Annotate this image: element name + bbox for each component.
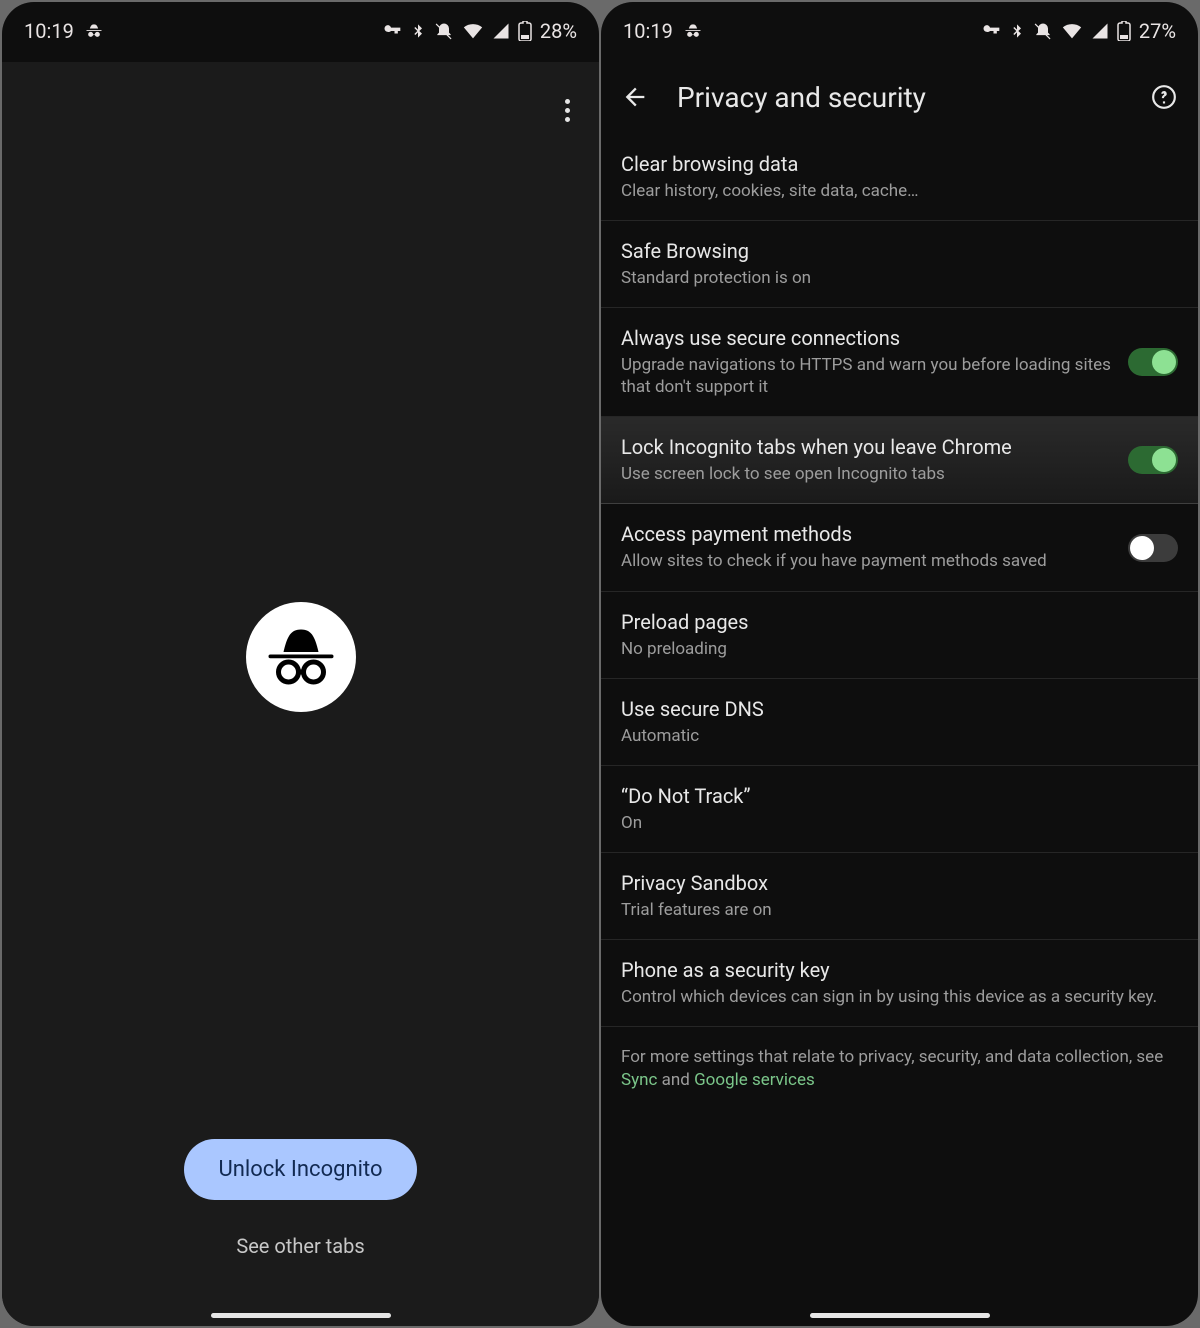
status-bar: 10:19 28% bbox=[2, 2, 599, 54]
settings-item-title: Safe Browsing bbox=[621, 239, 1178, 263]
signal-icon bbox=[1091, 22, 1109, 40]
settings-item-subtitle: On bbox=[621, 812, 1178, 834]
settings-item-title: Access payment methods bbox=[621, 522, 1112, 546]
settings-item-8[interactable]: Privacy Sandbox Trial features are on bbox=[601, 853, 1198, 940]
battery-text: 27% bbox=[1139, 19, 1176, 43]
wifi-icon bbox=[1061, 20, 1083, 42]
toggle-switch[interactable] bbox=[1128, 446, 1178, 474]
settings-item-subtitle: Trial features are on bbox=[621, 899, 1178, 921]
settings-item-6[interactable]: Use secure DNS Automatic bbox=[601, 679, 1198, 766]
status-clock: 10:19 bbox=[24, 19, 74, 43]
settings-item-title: Always use secure connections bbox=[621, 326, 1112, 350]
gesture-nav-bar[interactable] bbox=[810, 1313, 990, 1318]
overflow-menu-button[interactable] bbox=[543, 86, 591, 134]
see-other-tabs-button[interactable]: See other tabs bbox=[220, 1226, 380, 1266]
settings-item-5[interactable]: Preload pages No preloading bbox=[601, 592, 1198, 679]
dnd-icon bbox=[434, 21, 454, 41]
google-services-link[interactable]: Google services bbox=[694, 1070, 815, 1090]
page-title: Privacy and security bbox=[677, 81, 1122, 114]
back-button[interactable] bbox=[611, 73, 659, 121]
toolbar: Privacy and security bbox=[601, 60, 1198, 134]
battery-icon bbox=[1117, 21, 1131, 41]
settings-item-3[interactable]: Lock Incognito tabs when you leave Chrom… bbox=[601, 417, 1198, 504]
settings-item-subtitle: Standard protection is on bbox=[621, 267, 1178, 289]
settings-item-subtitle: Control which devices can sign in by usi… bbox=[621, 986, 1178, 1008]
vpn-key-icon bbox=[382, 21, 402, 41]
settings-list: Clear browsing data Clear history, cookie… bbox=[601, 134, 1198, 1326]
settings-item-title: Clear browsing data bbox=[621, 152, 1178, 176]
incognito-indicator-icon bbox=[84, 21, 104, 41]
toggle-switch[interactable] bbox=[1128, 534, 1178, 562]
screenshot-left: 10:19 28% bbox=[2, 2, 599, 1326]
status-bar: 10:19 27% bbox=[601, 2, 1198, 54]
dnd-icon bbox=[1033, 21, 1053, 41]
status-clock: 10:19 bbox=[623, 19, 673, 43]
battery-icon bbox=[518, 21, 532, 41]
settings-item-subtitle: No preloading bbox=[621, 638, 1178, 660]
vpn-key-icon bbox=[981, 21, 1001, 41]
unlock-incognito-button[interactable]: Unlock Incognito bbox=[184, 1139, 416, 1200]
settings-item-title: Privacy Sandbox bbox=[621, 871, 1178, 895]
bluetooth-icon bbox=[410, 23, 426, 39]
battery-text: 28% bbox=[540, 19, 577, 43]
settings-item-title: “Do Not Track” bbox=[621, 784, 1178, 808]
help-button[interactable] bbox=[1140, 73, 1188, 121]
settings-item-title: Use secure DNS bbox=[621, 697, 1178, 721]
settings-item-subtitle: Use screen lock to see open Incognito ta… bbox=[621, 463, 1112, 485]
settings-item-subtitle: Upgrade navigations to HTTPS and warn yo… bbox=[621, 354, 1112, 398]
sync-link[interactable]: Sync bbox=[621, 1070, 657, 1090]
settings-item-subtitle: Clear history, cookies, site data, cache… bbox=[621, 180, 1178, 202]
settings-item-2[interactable]: Always use secure connections Upgrade nav… bbox=[601, 308, 1198, 417]
more-settings-note: For more settings that relate to privacy… bbox=[601, 1027, 1198, 1122]
incognito-icon bbox=[246, 602, 356, 712]
incognito-indicator-icon bbox=[683, 21, 703, 41]
wifi-icon bbox=[462, 20, 484, 42]
settings-item-4[interactable]: Access payment methods Allow sites to che… bbox=[601, 504, 1198, 591]
settings-item-title: Lock Incognito tabs when you leave Chrom… bbox=[621, 435, 1112, 459]
settings-item-title: Phone as a security key bbox=[621, 958, 1178, 982]
settings-item-9[interactable]: Phone as a security key Control which dev… bbox=[601, 940, 1198, 1027]
screenshot-right: 10:19 27% Privacy and security bbox=[601, 2, 1198, 1326]
bluetooth-icon bbox=[1009, 23, 1025, 39]
settings-item-0[interactable]: Clear browsing data Clear history, cookie… bbox=[601, 134, 1198, 221]
settings-item-7[interactable]: “Do Not Track” On bbox=[601, 766, 1198, 853]
settings-item-1[interactable]: Safe Browsing Standard protection is on bbox=[601, 221, 1198, 308]
toggle-switch[interactable] bbox=[1128, 348, 1178, 376]
signal-icon bbox=[492, 22, 510, 40]
settings-item-subtitle: Automatic bbox=[621, 725, 1178, 747]
settings-item-subtitle: Allow sites to check if you have payment… bbox=[621, 550, 1112, 572]
gesture-nav-bar[interactable] bbox=[211, 1313, 391, 1318]
settings-item-title: Preload pages bbox=[621, 610, 1178, 634]
